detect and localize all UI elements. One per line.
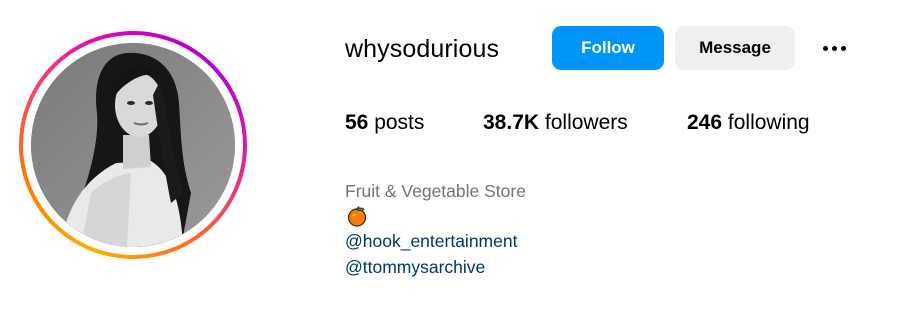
story-ring[interactable] — [19, 31, 247, 259]
dot — [831, 45, 837, 51]
profile-photo — [31, 43, 235, 247]
follow-button[interactable]: Follow — [552, 26, 664, 70]
posts-label: posts — [374, 111, 425, 134]
following-stat[interactable]: 246 following — [687, 110, 810, 136]
profile-category: Fruit & Vegetable Store — [345, 181, 526, 201]
message-button[interactable]: Message — [675, 26, 795, 70]
following-count: 246 — [687, 111, 723, 134]
dot — [840, 45, 846, 51]
followers-label: followers — [544, 111, 628, 134]
following-label: following — [727, 111, 810, 134]
bio-link-ttommysarchive[interactable]: @ttommysarchive — [345, 256, 485, 278]
username: whysodurious — [345, 35, 500, 63]
bio-link-hook-entertainment[interactable]: @hook_entertainment — [345, 230, 517, 252]
posts-stat: 56 posts — [345, 110, 424, 136]
posts-count: 56 — [345, 111, 369, 134]
avatar[interactable] — [31, 43, 235, 247]
followers-stat[interactable]: 38.7K followers — [483, 110, 628, 136]
ellipsis-icon[interactable] — [816, 36, 852, 60]
dot — [822, 45, 828, 51]
tangerine-emoji — [346, 205, 368, 227]
story-ring-gap — [23, 35, 243, 255]
followers-count: 38.7K — [483, 111, 540, 134]
